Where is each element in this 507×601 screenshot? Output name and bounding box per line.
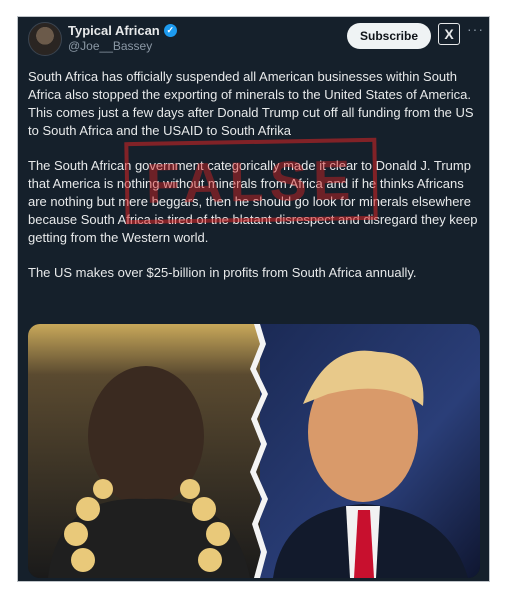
author-name[interactable]: Typical African bbox=[68, 23, 160, 38]
post-card: Typical African ✓ @Joe__Bassey Subscribe… bbox=[17, 16, 490, 582]
post-image[interactable] bbox=[28, 324, 480, 578]
x-logo-icon[interactable]: X bbox=[438, 23, 460, 45]
more-options-icon[interactable]: ··· bbox=[467, 21, 484, 37]
author-avatar[interactable] bbox=[28, 22, 62, 56]
post-paragraph: This comes just a few days after Donald … bbox=[28, 105, 474, 138]
author-name-row[interactable]: Typical African ✓ bbox=[68, 23, 177, 38]
post-header: Typical African ✓ @Joe__Bassey Subscribe… bbox=[18, 17, 489, 69]
subscribe-button[interactable]: Subscribe bbox=[347, 23, 431, 49]
post-image-collage bbox=[28, 324, 480, 578]
post-paragraph: The US makes over $25-billion in profits… bbox=[28, 265, 417, 280]
post-paragraph: South Africa has officially suspended al… bbox=[28, 69, 471, 102]
post-paragraph: The South African government categorical… bbox=[28, 158, 478, 245]
verified-badge-icon: ✓ bbox=[163, 24, 177, 37]
author-handle[interactable]: @Joe__Bassey bbox=[68, 39, 152, 53]
post-text: South Africa has officially suspended al… bbox=[28, 68, 480, 282]
